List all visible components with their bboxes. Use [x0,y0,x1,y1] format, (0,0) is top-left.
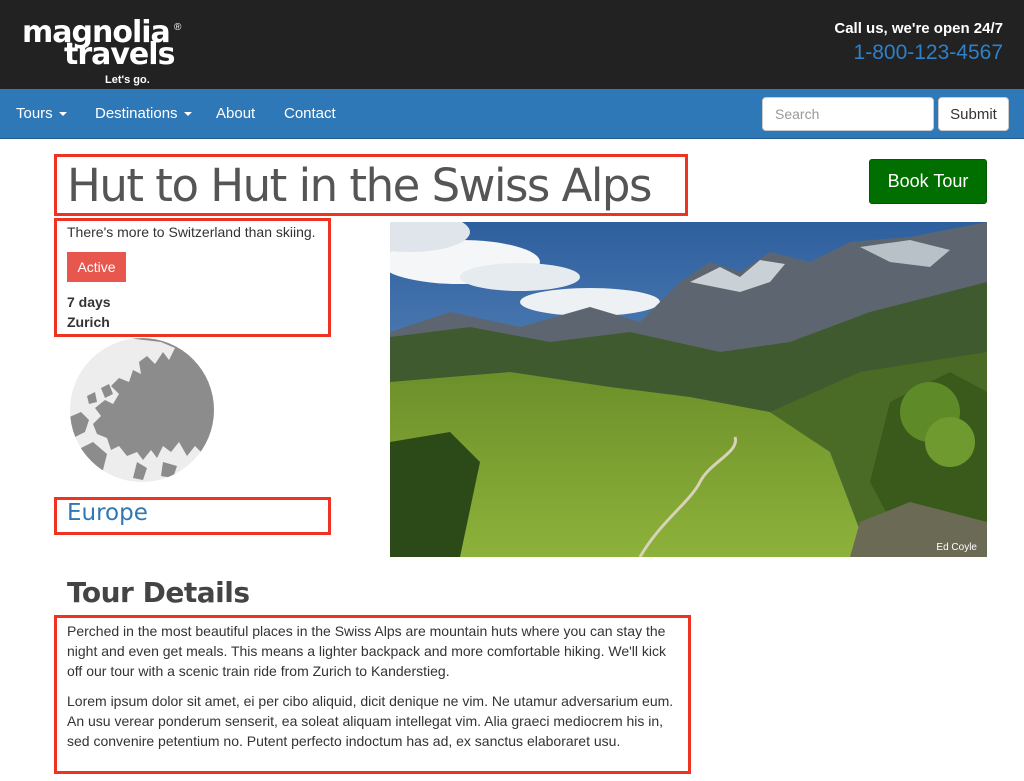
logo-tagline: Let's go. [105,74,150,86]
image-credit: Ed Coyle [936,542,977,553]
phone-number[interactable]: 1-800-123-4567 [854,41,1003,65]
nav-destinations-dropdown[interactable]: Destinations [95,89,192,139]
site-header: magnolia ® travels Let's go. Call us, we… [0,0,1024,89]
nav-tours-dropdown[interactable]: Tours [16,89,67,139]
book-tour-button[interactable]: Book Tour [869,159,987,204]
tour-location: Zurich [67,314,110,330]
tour-subtitle: There's more to Switzerland than skiing. [67,224,316,240]
contact-text: Call us, we're open 24/7 [834,20,1003,37]
tour-duration: 7 days [67,294,111,310]
details-paragraph-1: Perched in the most beautiful places in … [67,623,667,679]
europe-map-globe-icon [67,338,217,483]
nav-contact-label: Contact [284,105,336,122]
tour-hero-image: Ed Coyle [390,222,987,557]
site-logo[interactable]: magnolia ® travels Let's go. [22,18,212,88]
status-badge: Active [67,252,126,282]
nav-contact-link[interactable]: Contact [284,89,336,139]
nav-about-link[interactable]: About [216,89,255,139]
nav-destinations-label: Destinations [95,105,178,122]
page-title: Hut to Hut in the Swiss Alps [67,159,652,212]
logo-registered-mark: ® [174,22,182,33]
details-paragraph-2: Lorem ipsum dolor sit amet, ei per cibo … [67,693,674,749]
caret-down-icon [183,112,192,117]
region-link-europe[interactable]: Europe [67,500,148,526]
nav-about-label: About [216,105,256,122]
caret-down-icon [58,112,67,117]
main-navbar: Tours Destinations About Contact Submit [0,89,1024,139]
nav-tours-label: Tours [16,105,53,122]
search-submit-button[interactable]: Submit [938,97,1009,131]
logo-word-travels: travels [64,37,175,72]
search-input[interactable] [762,97,934,131]
tour-details-heading: Tour Details [67,576,250,609]
